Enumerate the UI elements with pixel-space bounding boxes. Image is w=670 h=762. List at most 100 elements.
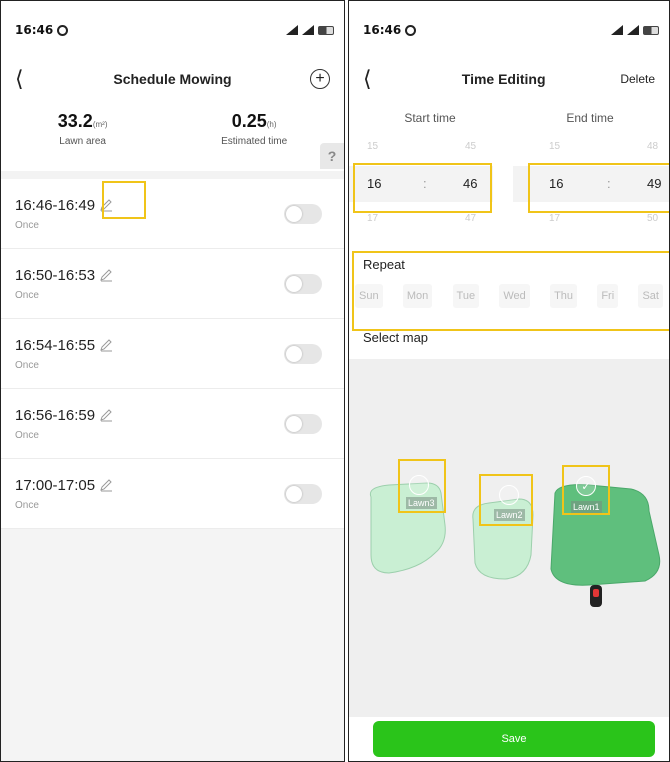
signal-icon xyxy=(611,25,623,35)
estimated-time-unit: (h) xyxy=(266,120,277,129)
toggle-knob xyxy=(286,415,302,432)
signal-icon xyxy=(627,25,639,35)
time-picker[interactable]: 15 45 15 48 16 : 46 16 : 49 17 47 17 50 xyxy=(349,133,669,233)
select-map-label: Select map xyxy=(363,330,429,345)
lawn-area-label: Lawn area xyxy=(59,136,106,147)
pencil-icon[interactable] xyxy=(99,268,113,282)
schedule-item[interactable]: 16:54-16:55 Once xyxy=(1,319,344,389)
start-time-label: Start time xyxy=(404,111,456,125)
schedule-list: 16:46-16:49 Once 16:50-16:53 Once 16:54-… xyxy=(1,179,344,529)
start-hour-next: 17 xyxy=(367,213,379,224)
day-sat[interactable]: Sat xyxy=(638,284,663,308)
lawn3-select-circle[interactable] xyxy=(409,475,429,495)
schedule-toggle[interactable] xyxy=(284,343,322,364)
schedule-repeat: Once xyxy=(15,219,39,231)
end-hour-prev: 15 xyxy=(549,141,561,152)
schedule-time: 16:54-16:55 xyxy=(15,336,96,354)
schedule-toggle[interactable] xyxy=(284,483,322,504)
lawn-map xyxy=(369,482,661,607)
lawn1-shape xyxy=(550,484,661,586)
lawn3-label: Lawn3 xyxy=(406,497,437,509)
day-fri[interactable]: Fri xyxy=(597,284,619,308)
status-bar: 16:46 xyxy=(1,1,344,59)
day-tue[interactable]: Tue xyxy=(452,284,480,308)
lawn1-label: Lawn1 xyxy=(571,501,602,513)
start-min-next: 47 xyxy=(465,213,477,224)
status-time: 16:46 xyxy=(363,23,402,37)
toggle-knob xyxy=(286,205,302,222)
help-button[interactable]: ? xyxy=(320,143,344,169)
end-min-selected[interactable]: 49 xyxy=(647,176,661,191)
lawn-stats: 33.2(m²) Lawn area 0.25(h) Estimated tim… xyxy=(1,99,344,179)
day-thu[interactable]: Thu xyxy=(550,284,578,308)
alarm-icon xyxy=(57,24,69,36)
lawn-area-unit: (m²) xyxy=(92,120,108,129)
schedule-item[interactable]: 16:46-16:49 Once xyxy=(1,179,344,249)
end-min-next: 50 xyxy=(647,213,659,224)
lawn1-select-circle[interactable]: ✓ xyxy=(576,476,596,496)
toggle-knob xyxy=(286,485,302,502)
schedule-repeat: Once xyxy=(15,289,39,301)
end-min-prev: 48 xyxy=(647,141,659,152)
day-wed[interactable]: Wed xyxy=(499,284,530,308)
estimated-time-stat: 0.25(h) Estimated time xyxy=(221,111,287,147)
nav-bar: ⟨ Time Editing Delete xyxy=(349,59,669,99)
battery-icon xyxy=(318,25,334,35)
schedule-item[interactable]: 16:50-16:53 Once xyxy=(1,249,344,319)
schedule-time: 16:56-16:59 xyxy=(15,406,96,424)
save-button[interactable]: Save xyxy=(373,721,655,757)
day-sun[interactable]: Sun xyxy=(355,284,383,308)
pencil-icon[interactable] xyxy=(99,198,113,212)
battery-icon xyxy=(643,25,659,35)
end-time-label: End time xyxy=(566,111,614,125)
start-time-separator: : xyxy=(423,176,427,191)
repeat-label: Repeat xyxy=(363,257,405,272)
status-time: 16:46 xyxy=(15,23,54,37)
lawn-area-stat: 33.2(m²) Lawn area xyxy=(58,111,108,147)
schedule-time: 16:46-16:49 xyxy=(15,196,96,214)
start-min-prev: 45 xyxy=(465,141,477,152)
end-time-separator: : xyxy=(607,176,611,191)
repeat-days: Sun Mon Tue Wed Thu Fri Sat xyxy=(349,280,669,308)
back-icon[interactable]: ⟨ xyxy=(363,67,387,92)
page-title: Schedule Mowing xyxy=(113,71,232,87)
add-schedule-icon[interactable]: + xyxy=(309,69,330,89)
schedule-item[interactable]: 17:00-17:05 Once xyxy=(1,459,344,529)
toggle-knob xyxy=(286,275,302,292)
pencil-icon[interactable] xyxy=(99,408,113,422)
start-hour-prev: 15 xyxy=(367,141,379,152)
end-hour-next: 17 xyxy=(549,213,561,224)
time-headers: Start time End time xyxy=(349,99,669,133)
estimated-time-value: 0.25 xyxy=(231,111,267,131)
status-bar: 16:46 xyxy=(349,1,669,59)
schedule-item[interactable]: 16:56-16:59 Once xyxy=(1,389,344,459)
lawn2-label: Lawn2 xyxy=(494,509,525,521)
back-icon[interactable]: ⟨ xyxy=(15,67,39,92)
schedule-toggle[interactable] xyxy=(284,413,322,434)
schedule-repeat: Once xyxy=(15,359,39,371)
time-editing-screen: 16:46 ⟨ Time Editing Delete Start time E… xyxy=(348,0,670,762)
end-hour-selected[interactable]: 16 xyxy=(549,176,563,191)
schedule-toggle[interactable] xyxy=(284,273,322,294)
day-mon[interactable]: Mon xyxy=(402,284,433,308)
pencil-icon[interactable] xyxy=(99,338,113,352)
empty-list-area xyxy=(1,529,344,761)
schedule-time: 16:50-16:53 xyxy=(15,266,96,284)
nav-bar: ⟨ Schedule Mowing + xyxy=(1,59,344,99)
pencil-icon[interactable] xyxy=(99,478,113,492)
schedule-mowing-screen: 16:46 ⟨ Schedule Mowing + 33.2(m²) Lawn … xyxy=(0,0,345,762)
start-hour-selected[interactable]: 16 xyxy=(367,176,381,191)
check-icon: ✓ xyxy=(581,480,591,493)
start-min-selected[interactable]: 46 xyxy=(463,176,477,191)
toggle-knob xyxy=(286,345,302,362)
delete-button[interactable]: Delete xyxy=(620,72,655,86)
save-bar: Save xyxy=(349,717,669,761)
signal-icon xyxy=(286,25,298,35)
schedule-time: 17:00-17:05 xyxy=(15,476,96,494)
signal-icon xyxy=(302,25,314,35)
lawn2-select-circle[interactable] xyxy=(499,485,519,505)
schedule-toggle[interactable] xyxy=(284,203,322,224)
map-view[interactable]: Lawn3 Lawn2 ✓ Lawn1 xyxy=(349,359,669,717)
page-title: Time Editing xyxy=(461,71,546,87)
alarm-icon xyxy=(405,24,417,36)
